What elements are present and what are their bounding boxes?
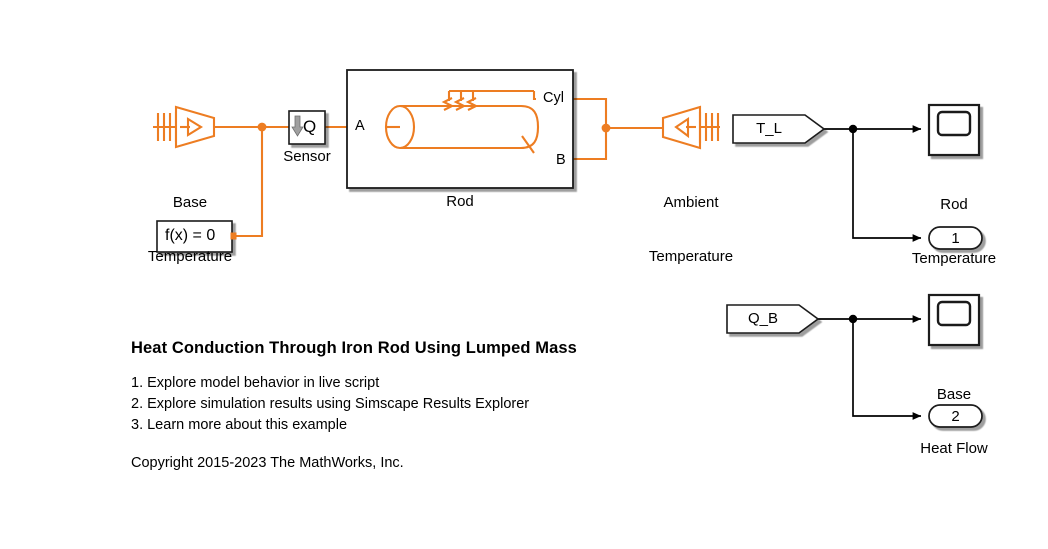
signal-connections-top	[824, 125, 922, 242]
scope-screen-icon-2	[936, 300, 972, 327]
ambient-temperature-block[interactable]	[661, 105, 720, 150]
outport-1-label: 1	[951, 230, 960, 247]
rod-block-body	[346, 69, 574, 189]
signal-connections-bottom	[818, 315, 922, 420]
thermal-reference-icon	[153, 112, 178, 142]
tag-qb-label: Q_B	[747, 310, 778, 327]
base-temperature-block[interactable]	[153, 105, 216, 149]
junction-dot-qb	[848, 314, 858, 324]
solver-physical-port	[230, 232, 237, 240]
scope-screen-icon	[936, 110, 972, 137]
wire-rod-cyl-to-junction	[571, 97, 608, 130]
rod-subsystem-block[interactable]	[346, 69, 574, 189]
scope-base-heat-flow-block[interactable]	[927, 293, 981, 347]
wire-rod-b-to-junction	[571, 126, 608, 161]
simulink-model-canvas[interactable]: Base Temperature Q Sensor f(x) = 0 A Cyl…	[0, 0, 1048, 549]
outport-2-label: 2	[951, 408, 960, 425]
wire-junction-to-solver	[230, 125, 264, 238]
annotation-item-3[interactable]: 3. Learn more about this example	[131, 415, 347, 436]
wire-junction-to-outport2	[852, 319, 922, 420]
tag-tl-label: T_L	[756, 120, 782, 137]
rod-port-b-label: B	[556, 152, 566, 168]
thermal-reference-icon-right	[698, 112, 720, 143]
annotation-title: Heat Conduction Through Iron Rod Using L…	[131, 339, 577, 357]
junction-dot-tl	[848, 124, 858, 134]
junction-dot-rod-output	[601, 123, 611, 133]
scope-rod-temperature-block[interactable]	[927, 103, 981, 157]
sensor-symbol: Q	[303, 117, 317, 136]
rod-port-a-label: A	[355, 118, 365, 134]
annotation-item-2[interactable]: 2. Explore simulation results using Sims…	[131, 394, 529, 415]
annotation-copyright: Copyright 2015-2023 The MathWorks, Inc.	[131, 455, 404, 471]
annotation-item-1[interactable]: 1. Explore model behavior in live script	[131, 373, 379, 394]
wire-junction-to-outport1	[852, 129, 922, 242]
rod-port-cyl-label: Cyl	[543, 90, 564, 106]
junction-dot-basetemp	[257, 122, 267, 132]
solver-label: f(x) = 0	[165, 227, 216, 244]
